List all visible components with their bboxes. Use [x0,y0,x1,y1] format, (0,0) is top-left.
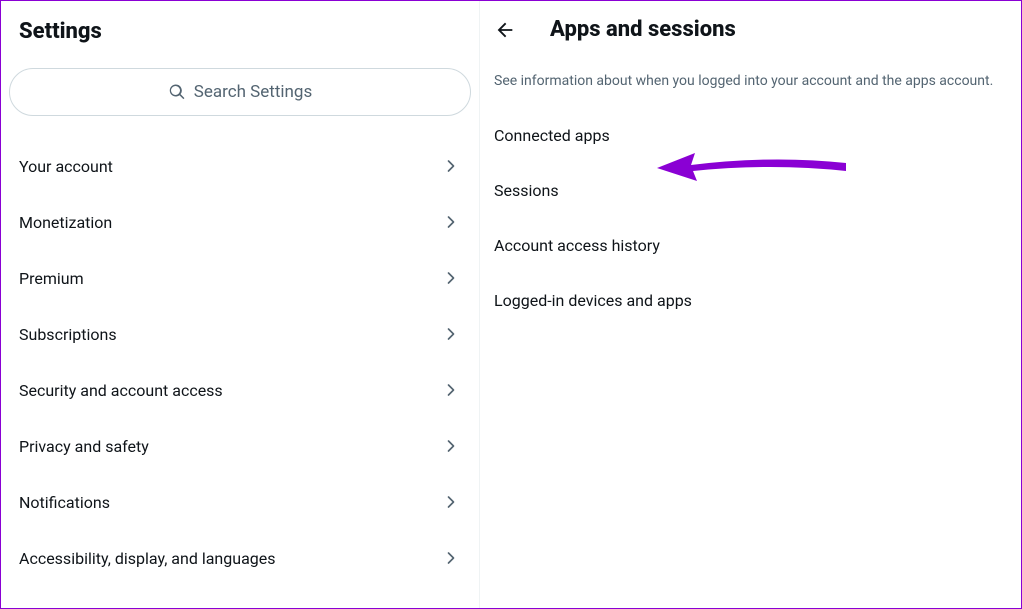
detail-header: Apps and sessions [480,1,1021,60]
search-icon [168,83,186,101]
detail-item-label: Account access history [494,236,660,255]
detail-item-label: Logged-in devices and apps [494,291,692,310]
menu-item-label: Premium [19,269,84,288]
menu-item-subscriptions[interactable]: Subscriptions [1,306,479,362]
settings-title: Settings [1,1,479,68]
menu-item-accessibility-display-languages[interactable]: Accessibility, display, and languages [1,530,479,586]
chevron-right-icon [441,156,461,176]
menu-item-your-account[interactable]: Your account [1,138,479,194]
detail-item-connected-apps[interactable]: Connected apps [480,108,1021,163]
back-arrow-icon[interactable] [494,19,516,41]
detail-item-label: Connected apps [494,126,610,145]
menu-item-notifications[interactable]: Notifications [1,474,479,530]
menu-item-label: Security and account access [19,381,223,400]
search-placeholder: Search Settings [194,82,313,102]
menu-item-security-account-access[interactable]: Security and account access [1,362,479,418]
detail-item-sessions[interactable]: Sessions [480,163,1021,218]
settings-sidebar: Settings Search Settings Your account Mo… [1,1,480,608]
detail-item-account-access-history[interactable]: Account access history [480,218,1021,273]
chevron-right-icon [441,436,461,456]
menu-item-label: Privacy and safety [19,437,149,456]
detail-item-logged-in-devices[interactable]: Logged-in devices and apps [480,273,1021,328]
menu-item-label: Monetization [19,213,112,232]
detail-item-label: Sessions [494,181,559,200]
chevron-right-icon [441,492,461,512]
search-settings-input[interactable]: Search Settings [9,68,471,116]
settings-menu-list: Your account Monetization Premium Subscr… [1,134,479,586]
menu-item-premium[interactable]: Premium [1,250,479,306]
search-wrapper: Search Settings [1,68,479,134]
menu-item-privacy-safety[interactable]: Privacy and safety [1,418,479,474]
chevron-right-icon [441,548,461,568]
menu-item-monetization[interactable]: Monetization [1,194,479,250]
menu-item-label: Accessibility, display, and languages [19,549,276,568]
menu-item-label: Notifications [19,493,110,512]
chevron-right-icon [441,324,461,344]
chevron-right-icon [441,212,461,232]
menu-item-label: Your account [19,157,113,176]
detail-panel: Apps and sessions See information about … [480,1,1021,608]
detail-title: Apps and sessions [550,17,736,42]
detail-description: See information about when you logged in… [480,60,1021,108]
chevron-right-icon [441,380,461,400]
menu-item-label: Subscriptions [19,325,117,344]
chevron-right-icon [441,268,461,288]
